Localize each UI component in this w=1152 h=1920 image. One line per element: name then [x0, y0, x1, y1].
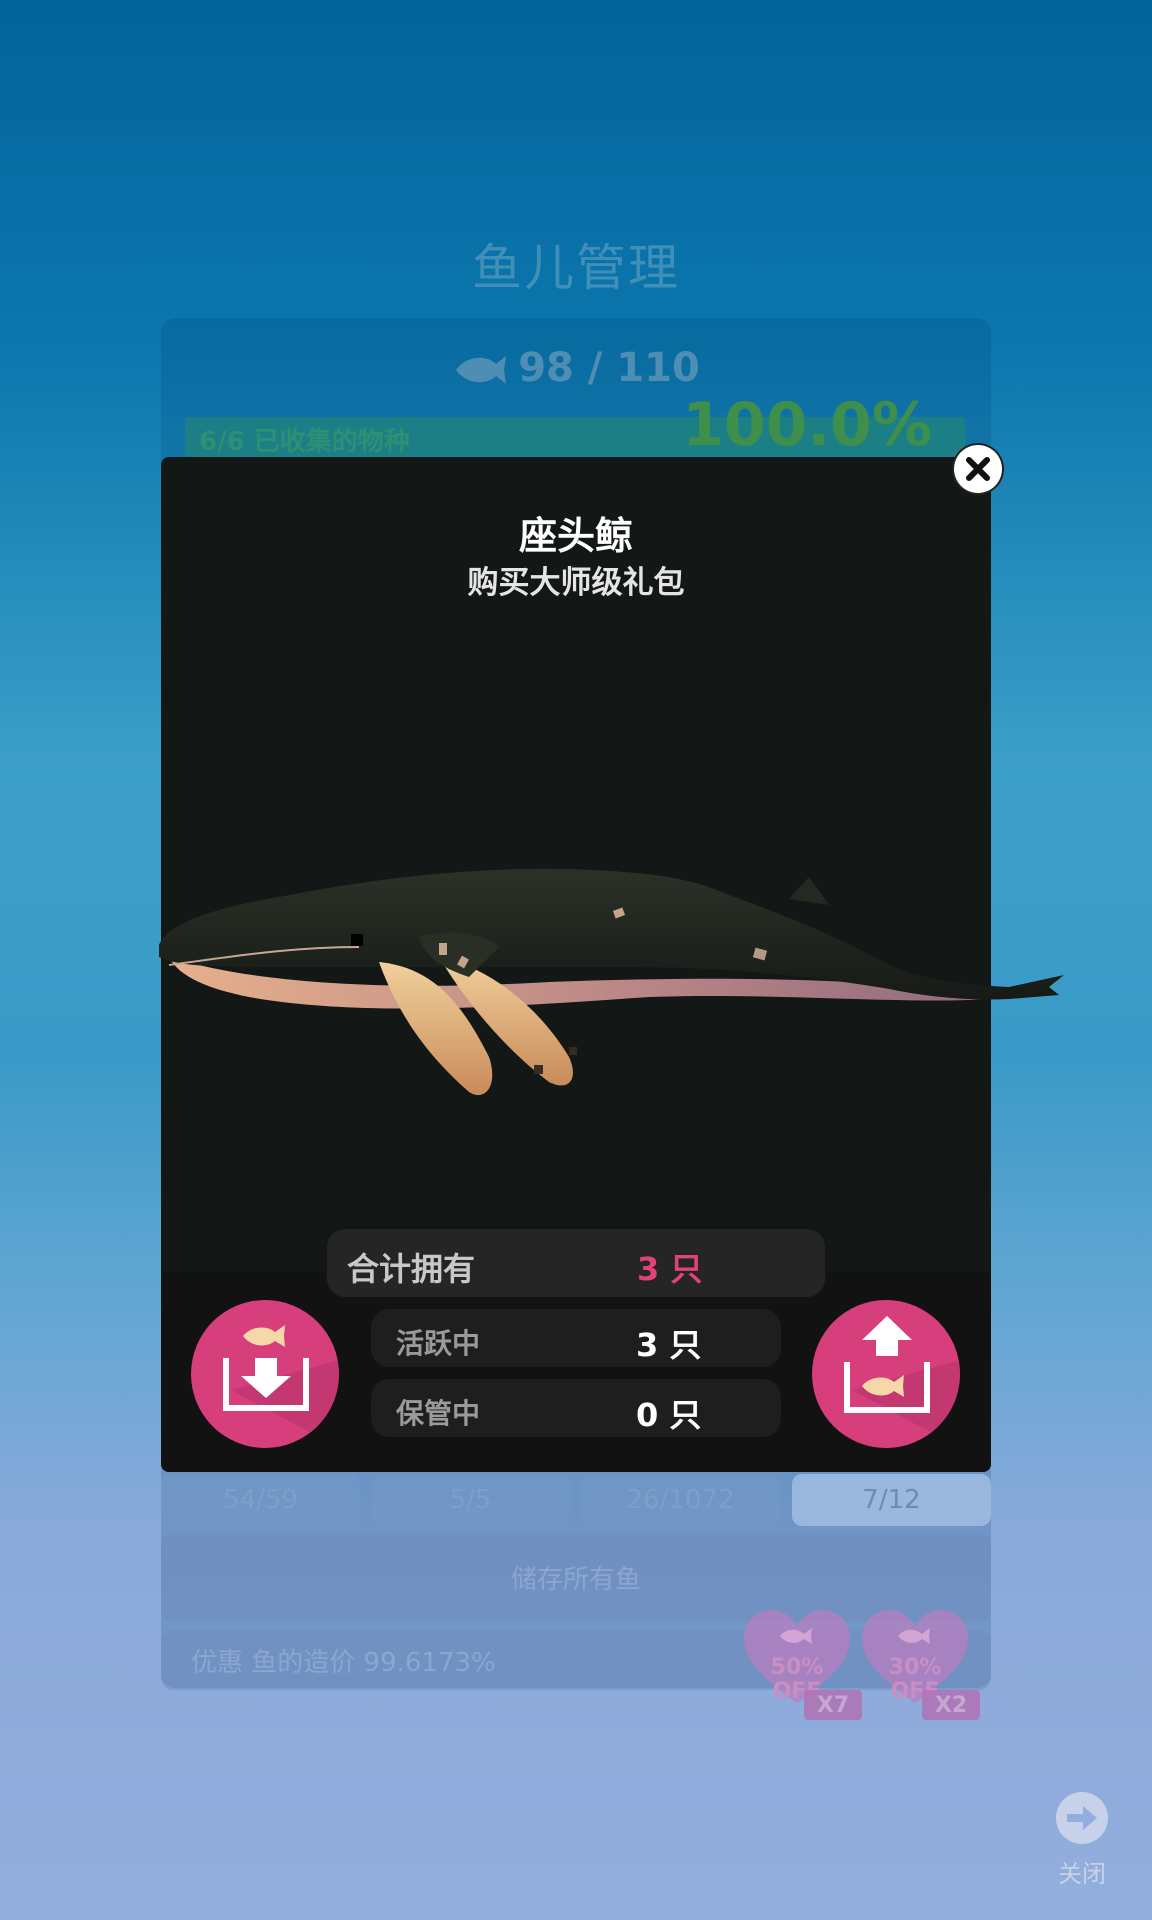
store-fish-button[interactable]: [191, 1300, 339, 1448]
humpback-whale-image: [159, 868, 1064, 1096]
tab-category-2[interactable]: 5/5: [371, 1474, 570, 1526]
fish-count: 98 / 110: [0, 345, 1152, 391]
stored-value: 0 只: [636, 1396, 702, 1434]
fish-category-tabs: 54/59 5/5 26/1072 7/12: [161, 1474, 991, 1526]
total-owned-value: 3 只: [637, 1250, 703, 1288]
species-progress-label: 6/6 已收集的物种: [199, 427, 410, 457]
coupon-30-off[interactable]: 30% OFF X2: [860, 1608, 980, 1720]
modal-close-button[interactable]: [954, 445, 1002, 493]
total-owned: 合计拥有 3 只: [327, 1229, 825, 1297]
release-fish-icon: [844, 1316, 930, 1413]
fish-detail-modal: 座头鲸 购买大师级礼包 合计拥有 3 只 活跃中 3 只 保管中 0 只: [159, 445, 1064, 1472]
stored-label: 保管中: [396, 1397, 481, 1430]
fish-source: 购买大师级礼包: [467, 565, 685, 601]
coupon-percent: 30%: [888, 1655, 942, 1680]
release-fish-button[interactable]: [812, 1300, 960, 1448]
arrow-right-icon: [1056, 1792, 1108, 1844]
coupon-percent: 50%: [770, 1655, 824, 1680]
tab-category-1[interactable]: 54/59: [161, 1474, 360, 1526]
coupon-count: X2: [922, 1690, 980, 1720]
fish-icon: [456, 356, 507, 384]
fish-count-text: 98 / 110: [518, 345, 700, 391]
total-owned-label: 合计拥有: [347, 1250, 476, 1288]
species-progress-percent: 100.0%: [682, 390, 932, 460]
close-page-button[interactable]: 关闭: [1042, 1792, 1122, 1889]
page-title: 鱼儿管理: [472, 239, 680, 297]
coupon-count: X7: [804, 1690, 862, 1720]
active-count: 活跃中 3 只: [371, 1309, 781, 1367]
coupon-50-off[interactable]: 50% OFF X7: [742, 1608, 862, 1720]
stored-count: 保管中 0 只: [371, 1379, 781, 1437]
active-label: 活跃中: [396, 1327, 481, 1360]
store-fish-icon: [223, 1325, 309, 1411]
tab-category-3[interactable]: 26/1072: [581, 1474, 780, 1526]
tab-category-4[interactable]: 7/12: [792, 1474, 991, 1526]
close-icon: [966, 457, 990, 481]
active-value: 3 只: [636, 1326, 702, 1364]
close-page-label: 关闭: [1058, 1860, 1106, 1888]
fish-name: 座头鲸: [518, 514, 633, 558]
